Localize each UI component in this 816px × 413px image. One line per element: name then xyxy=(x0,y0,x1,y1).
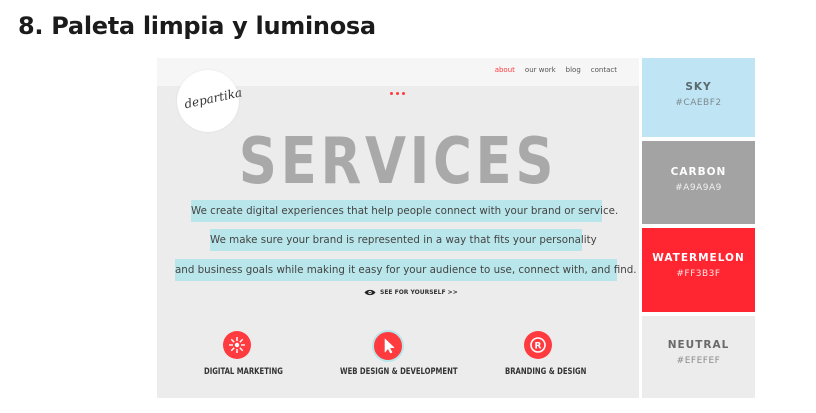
swatch-name: NEUTRAL xyxy=(667,339,730,351)
see-for-yourself-link[interactable]: SEE FOR YOURSELF >> xyxy=(364,289,458,296)
nav-item-about[interactable]: about xyxy=(495,66,515,74)
eye-icon xyxy=(364,289,376,296)
site-logo[interactable]: departika xyxy=(177,70,244,132)
logo-text: departika xyxy=(183,85,244,112)
service-label-branding: BRANDING & DESIGN xyxy=(505,367,587,377)
services-line-1: We create digital experiences that help … xyxy=(191,200,618,222)
website-preview: departika about our work blog contact SE… xyxy=(157,58,639,398)
swatch-hex: #EFEFEF xyxy=(676,356,721,366)
site-nav: about our work blog contact xyxy=(495,66,617,74)
nav-item-blog[interactable]: blog xyxy=(566,66,581,74)
svg-text:R: R xyxy=(535,342,542,352)
swatch-name: WATERMELON xyxy=(652,252,745,264)
swatch-hex: #CAEBF2 xyxy=(675,98,722,108)
service-label-digital-marketing: DIGITAL MARKETING xyxy=(204,367,283,377)
swatch-watermelon: WATERMELON #FF3B3F xyxy=(642,228,755,312)
cta-label: SEE FOR YOURSELF >> xyxy=(380,289,458,296)
services-title: SERVICES xyxy=(238,125,558,199)
service-label-web-design: WEB DESIGN & DEVELOPMENT xyxy=(340,367,458,377)
nav-item-our-work[interactable]: our work xyxy=(525,66,556,74)
services-line-2: We make sure your brand is represented i… xyxy=(210,229,597,251)
swatch-name: CARBON xyxy=(670,166,727,178)
cursor-icon[interactable] xyxy=(372,330,404,362)
swatch-sky: SKY #CAEBF2 xyxy=(642,58,755,137)
digital-marketing-icon[interactable] xyxy=(223,331,251,359)
services-line-3: and business goals while making it easy … xyxy=(175,259,637,281)
decorative-dots xyxy=(390,92,405,95)
registered-mark-icon[interactable]: R xyxy=(524,331,552,359)
swatch-hex: #FF3B3F xyxy=(676,269,721,279)
swatch-hex: #A9A9A9 xyxy=(675,183,722,193)
nav-item-contact[interactable]: contact xyxy=(591,66,617,74)
section-heading: 8. Paleta limpia y luminosa xyxy=(18,12,376,40)
swatch-name: SKY xyxy=(685,81,712,93)
swatch-neutral: NEUTRAL #EFEFEF xyxy=(642,316,755,398)
swatch-carbon: CARBON #A9A9A9 xyxy=(642,141,755,224)
